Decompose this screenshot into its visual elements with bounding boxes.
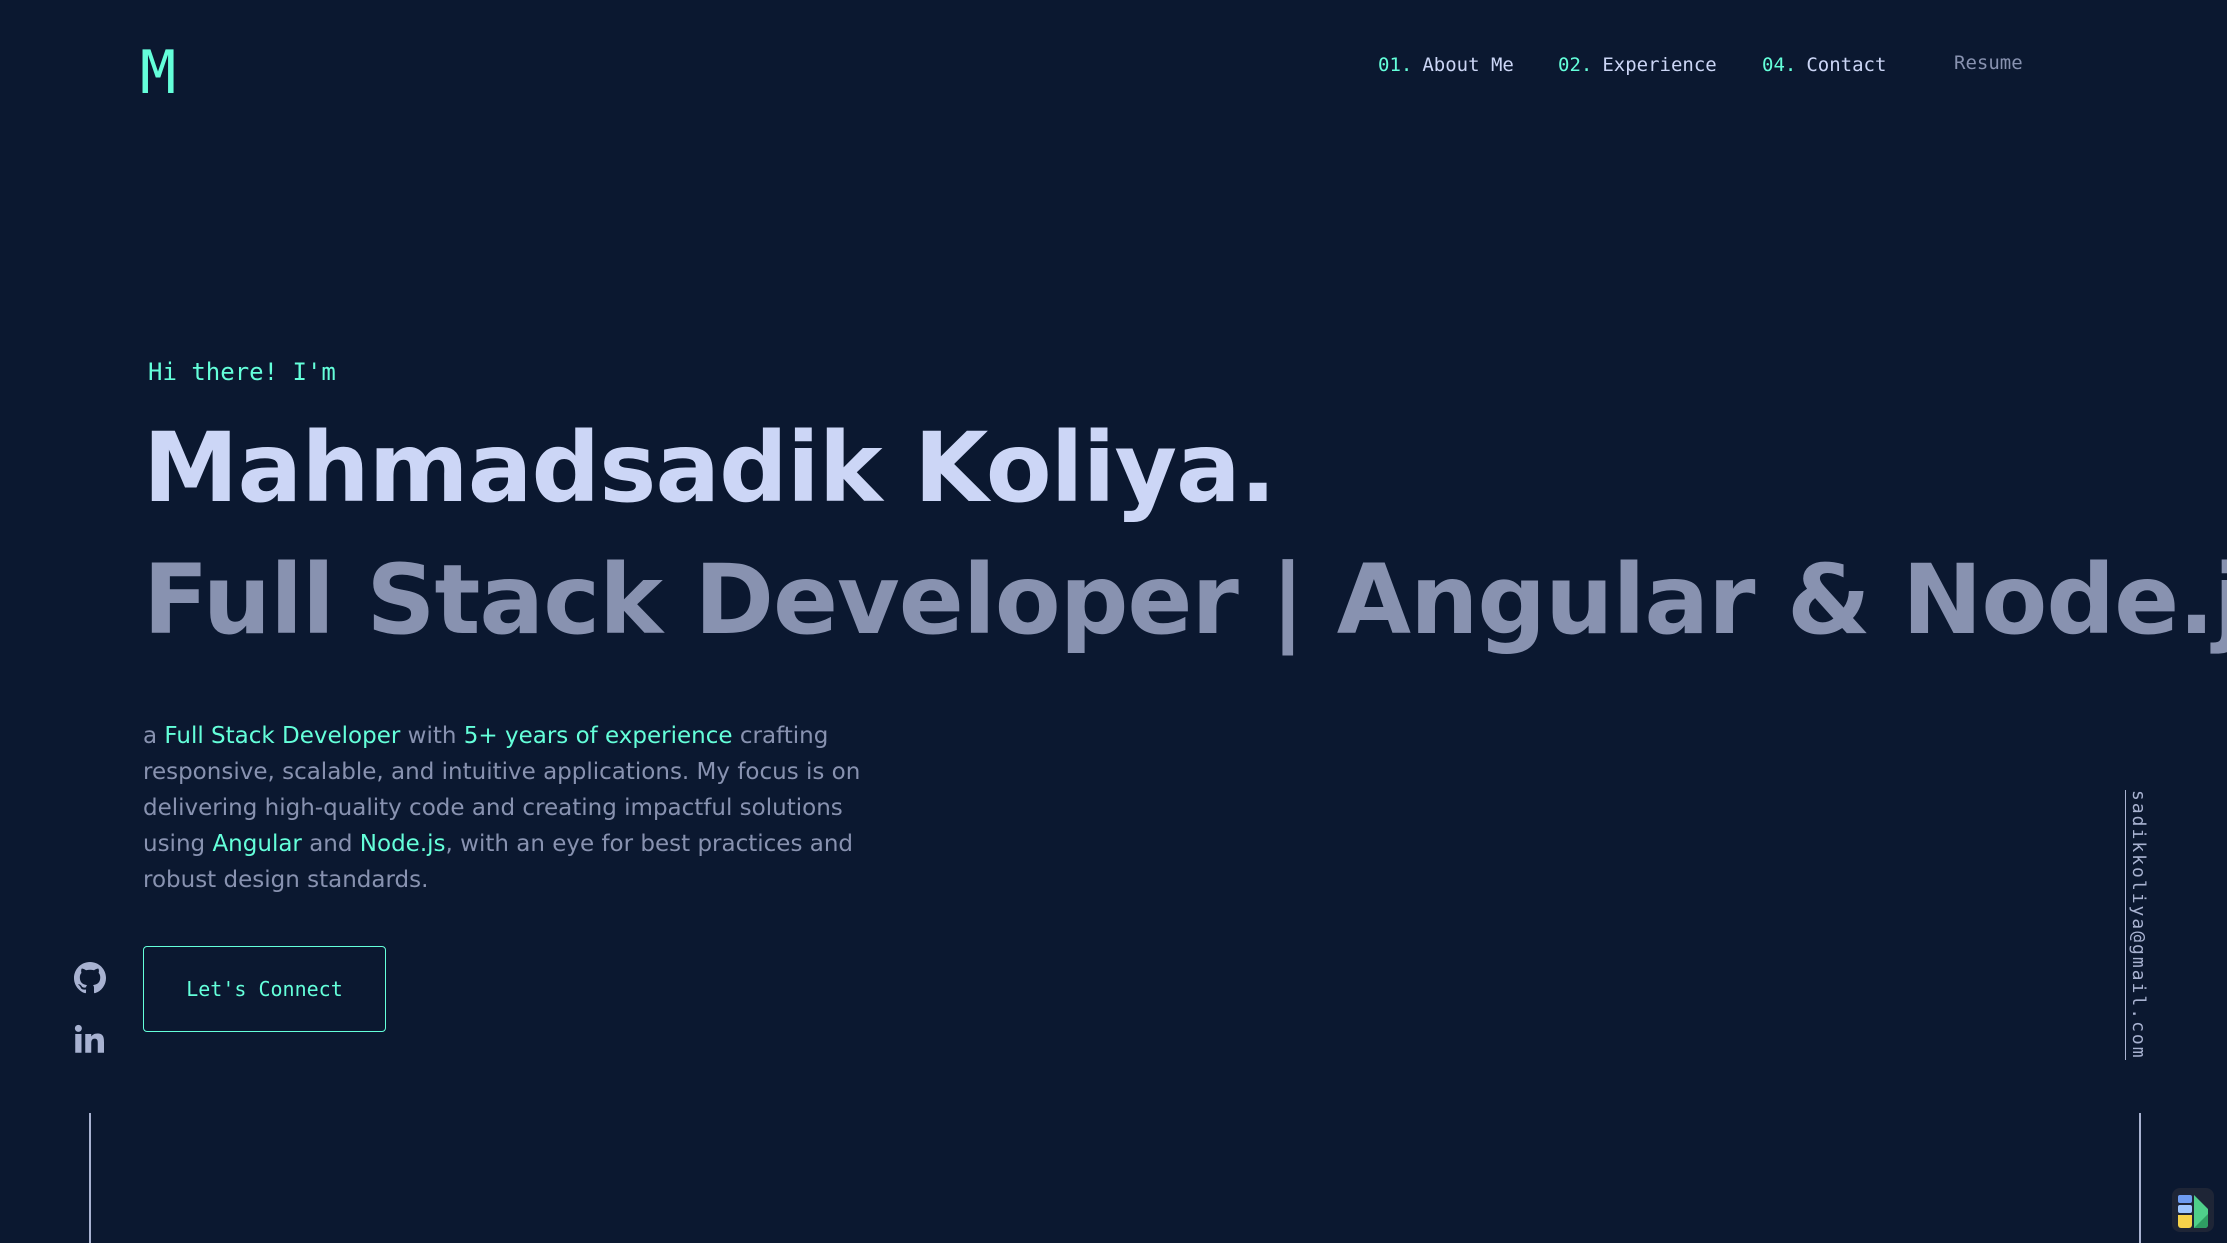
nav-number: 02.	[1558, 54, 1593, 76]
nav-contact[interactable]: 04. Contact	[1762, 54, 1886, 76]
lets-connect-button[interactable]: Let's Connect	[143, 946, 386, 1032]
social-links	[74, 962, 108, 1086]
bio-highlight: 5+ years of experience	[463, 723, 733, 749]
nav-label: About Me	[1422, 54, 1514, 76]
nav-number: 04.	[1762, 54, 1797, 76]
nav-about-me[interactable]: 01. About Me	[1378, 54, 1514, 76]
bio-text: with	[400, 723, 464, 749]
hero-role: Full Stack Developer | Angular & Node.js	[143, 544, 2227, 656]
nav-number: 01.	[1378, 54, 1413, 76]
right-divider-line	[2139, 1113, 2141, 1243]
hero-bio: a Full Stack Developer with 5+ years of …	[143, 718, 903, 898]
bio-highlight: Full Stack Developer	[164, 723, 401, 749]
nav-label: Contact	[1806, 54, 1887, 76]
email-link[interactable]: sadikkoliya@gmail.com	[2125, 790, 2149, 1060]
bio-text: and	[301, 831, 360, 857]
linkedin-icon[interactable]	[74, 1024, 106, 1056]
nav-experience[interactable]: 02. Experience	[1558, 54, 1717, 76]
greeting-text: Hi there! I'm	[148, 358, 336, 386]
left-divider-line	[89, 1113, 91, 1243]
resume-link[interactable]: Resume	[1954, 52, 2023, 74]
github-icon[interactable]	[74, 962, 106, 994]
bio-highlight: Angular	[212, 831, 302, 857]
email-text: sadikkoliya@gmail.com	[2125, 790, 2149, 1060]
app-widget-icon[interactable]	[2172, 1188, 2214, 1232]
bio-text: a	[143, 723, 165, 749]
hero-name: Mahmadsadik Koliya.	[143, 412, 1276, 524]
nav-label: Experience	[1602, 54, 1717, 76]
bio-highlight: Node.js	[359, 831, 446, 857]
top-nav: 01. About Me 02. Experience 04. Contact Res…	[0, 52, 2227, 84]
